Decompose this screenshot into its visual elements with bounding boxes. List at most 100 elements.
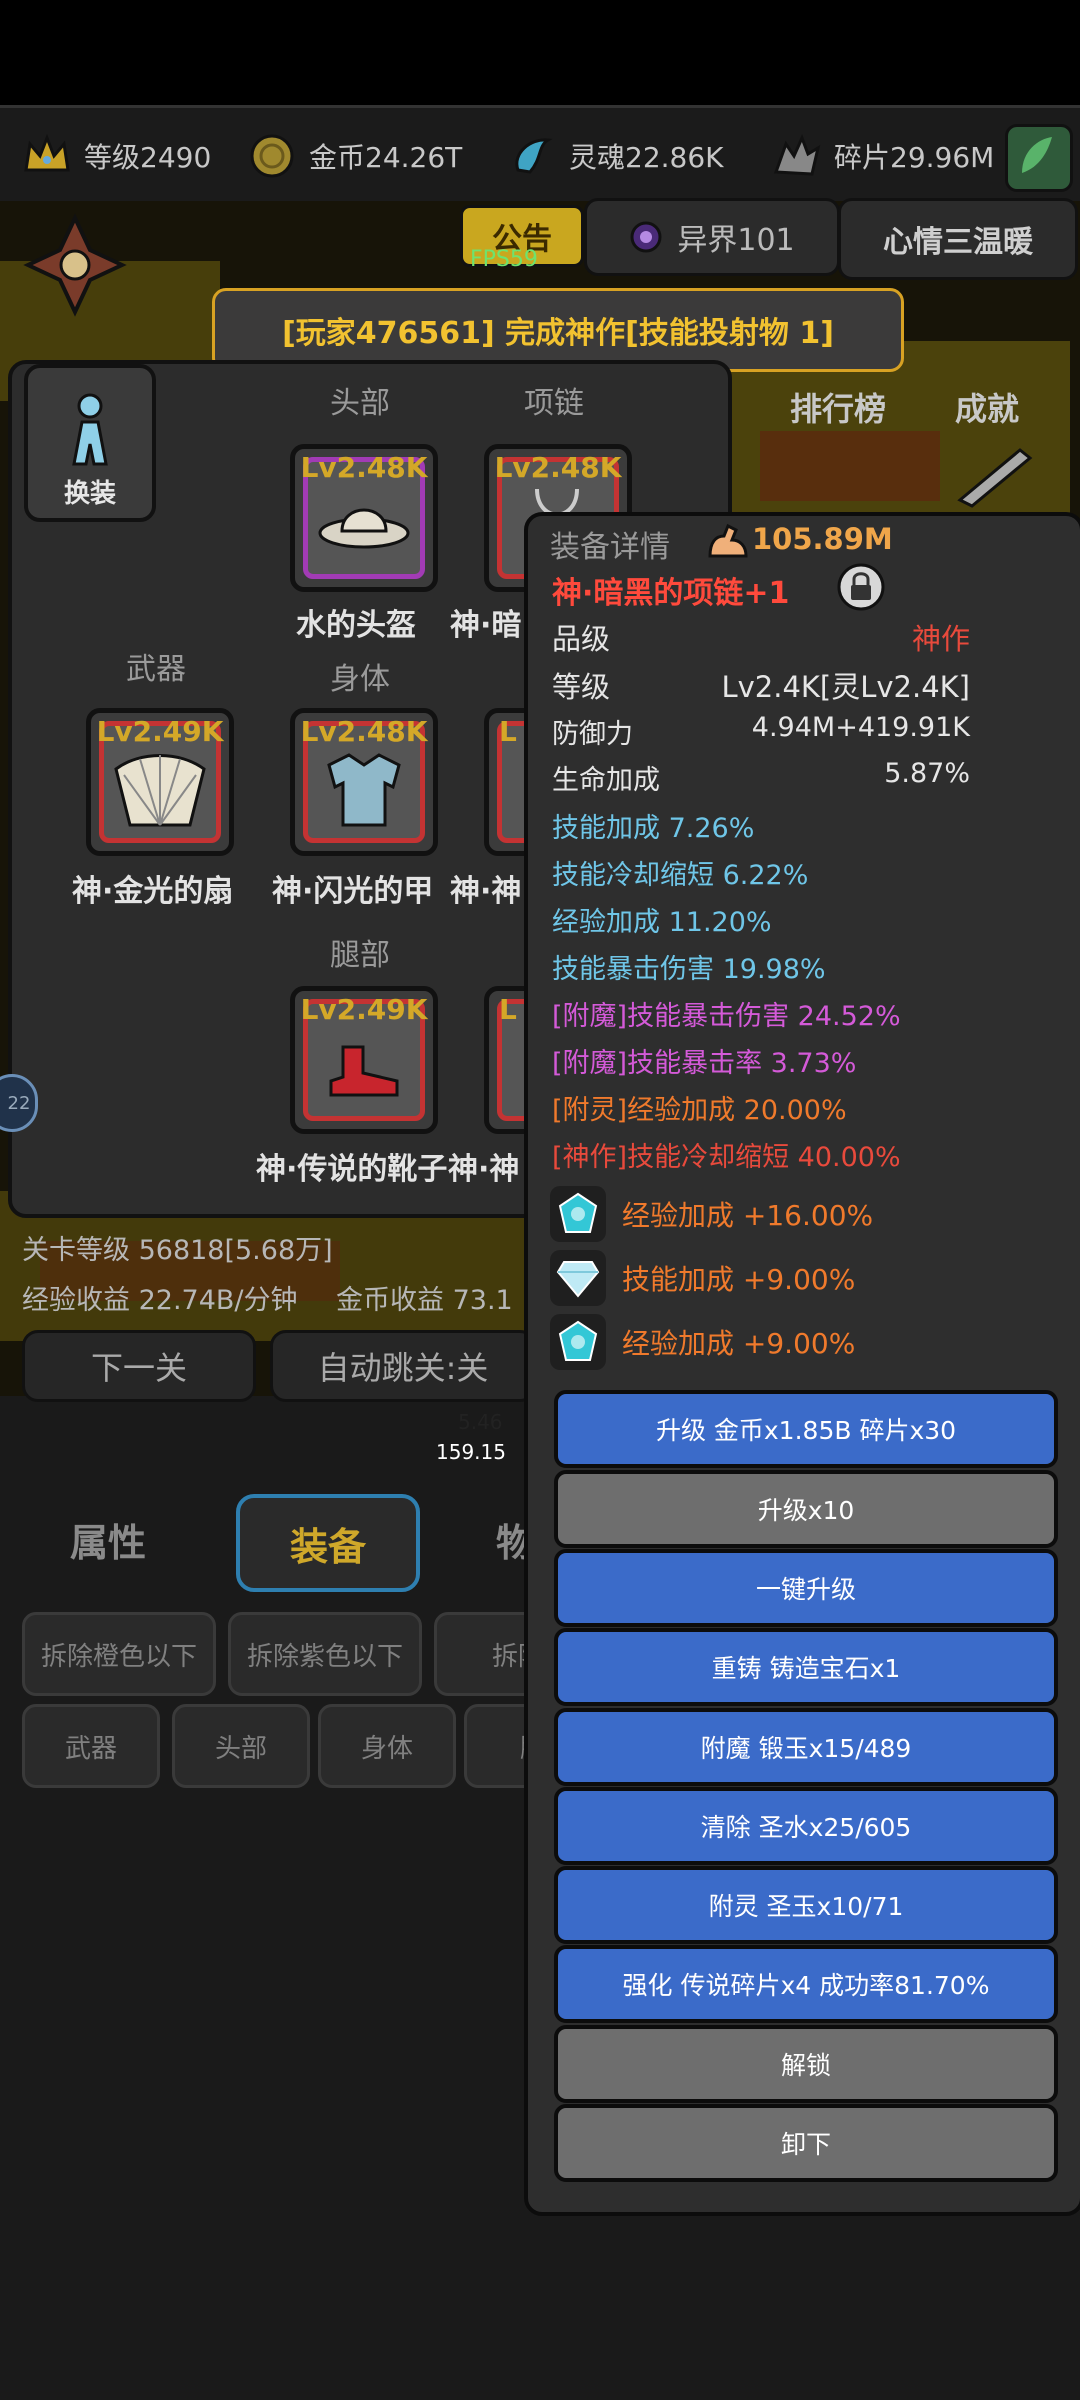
weapon-slot-label: 武器 xyxy=(126,652,186,687)
stat-label-defense: 防御力 xyxy=(552,719,633,750)
filter-body[interactable]: 身体 xyxy=(318,1704,456,1788)
change-outfit-label: 换装 xyxy=(63,479,116,509)
bonus-line: 技能冷却缩短 6.22% xyxy=(552,860,809,891)
necklace-item-name: 神·暗 xyxy=(450,608,522,643)
body-item-level: Lv2.48K xyxy=(300,715,428,748)
legs-slot[interactable]: Lv2.49K xyxy=(290,986,438,1134)
detail-title: 装备详情 xyxy=(550,530,670,565)
lock-icon[interactable] xyxy=(834,560,888,614)
hat-icon xyxy=(318,508,410,549)
otherworld-button[interactable]: 异界101 xyxy=(584,198,840,276)
one-click-upgrade-button[interactable]: 一键升级 xyxy=(554,1549,1058,1627)
soul-icon xyxy=(505,129,559,183)
item-name: 神·暗黑的项链+1 xyxy=(552,576,790,611)
stat-label-grade: 品级 xyxy=(552,622,611,656)
spirit-bonus-line: [附灵]经验加成 20.00% xyxy=(552,1095,847,1126)
fps-counter: FPS59 xyxy=(470,247,538,272)
ranking-button[interactable]: 排行榜 xyxy=(790,384,886,430)
stat-label-level: 等级 xyxy=(552,670,611,704)
weapon-item-level: Lv2.49K xyxy=(96,715,224,748)
filter-weapon[interactable]: 武器 xyxy=(22,1704,160,1788)
person-icon xyxy=(72,393,108,466)
soul-resource: 灵魂22.86K xyxy=(505,126,724,186)
bonus-line: 经验加成 11.20% xyxy=(552,907,772,938)
enhance-button[interactable]: 强化 传说碎片x4 成功率81.70% xyxy=(554,1945,1058,2023)
tab-equipment[interactable]: 装备 xyxy=(236,1494,420,1592)
gem-diamond-icon xyxy=(550,1250,606,1306)
extra-menu-button[interactable] xyxy=(1005,124,1073,192)
head-slot-label: 头部 xyxy=(330,386,390,421)
achievement-button[interactable]: 成就 xyxy=(955,384,1019,430)
body-item-name: 神·闪光的甲 xyxy=(272,874,434,909)
fan-icon xyxy=(114,754,206,827)
head-item-level: Lv2.48K xyxy=(300,451,428,484)
gold-resource: 金币24.26T xyxy=(245,126,462,186)
sword-icon xyxy=(950,440,1040,510)
clear-button[interactable]: 清除 圣水x25/605 xyxy=(554,1787,1058,1865)
spirit-attach-button[interactable]: 附灵 圣玉x10/71 xyxy=(554,1866,1058,1944)
next-stage-button[interactable]: 下一关 xyxy=(22,1330,256,1402)
tab-attributes[interactable]: 属性 xyxy=(70,1512,146,1567)
hp-bar-value: 159.15 xyxy=(436,1440,506,1464)
exp-income: 经验收益 22.74B/分钟 xyxy=(22,1285,298,1316)
shard-value: 碎片29.96M xyxy=(834,141,995,174)
resource-bar: 等级2490 金币24.26T 灵魂22.86K 碎片29.96M xyxy=(0,105,1080,207)
masterwork-bonus-line: [神作]技能冷却缩短 40.00% xyxy=(552,1142,901,1173)
accessory-item-name: 神·神 xyxy=(448,1152,520,1187)
change-outfit-button[interactable]: 换装 xyxy=(24,364,156,522)
legs-slot-label: 腿部 xyxy=(330,938,390,973)
head-slot[interactable]: Lv2.48K xyxy=(290,444,438,592)
filter-head[interactable]: 头部 xyxy=(172,1704,310,1788)
stat-label-hp-bonus: 生命加成 xyxy=(552,765,660,796)
stat-value-level: Lv2.4K[灵Lv2.4K] xyxy=(721,670,970,704)
character-portrait[interactable] xyxy=(20,210,130,320)
enchant-bonus-line: [附魔]技能暴击率 3.73% xyxy=(552,1048,857,1079)
reforge-button[interactable]: 重铸 铸造宝石x1 xyxy=(554,1628,1058,1706)
gem-bonus: 经验加成 +16.00% xyxy=(622,1199,874,1232)
gem-bonus: 技能加成 +9.00% xyxy=(622,1263,856,1296)
gold-income: 金币收益 73.1 xyxy=(336,1285,513,1316)
ornament-icon xyxy=(23,213,127,317)
portal-icon xyxy=(630,221,662,253)
enchant-button[interactable]: 附魔 锻玉x15/489 xyxy=(554,1708,1058,1786)
bonus-line: 技能加成 7.26% xyxy=(552,813,755,844)
gem-bonus: 经验加成 +9.00% xyxy=(622,1327,856,1360)
unequip-button[interactable]: 卸下 xyxy=(554,2104,1058,2182)
ring-item-name: 神·神 xyxy=(450,874,522,909)
exp-bar-value: 5.46 xyxy=(458,1410,503,1434)
weapon-item-name: 神·金光的扇 xyxy=(72,874,234,909)
level-resource: 等级2490 xyxy=(20,126,211,186)
upgrade-button[interactable]: 升级 金币x1.85B 碎片x30 xyxy=(554,1390,1058,1468)
armor-icon xyxy=(327,753,401,827)
gold-coin-icon xyxy=(245,129,299,183)
power-arm-icon xyxy=(706,522,750,562)
dismantle-orange-button[interactable]: 拆除橙色以下 xyxy=(22,1612,216,1696)
enchant-bonus-line: [附魔]技能暴击伤害 24.52% xyxy=(552,1001,901,1032)
necklace-slot-label: 项链 xyxy=(524,386,584,421)
head-item-name: 水的头盔 xyxy=(296,608,416,643)
weapon-slot[interactable]: Lv2.49K xyxy=(86,708,234,856)
power-value: 105.89M xyxy=(752,522,893,556)
crown-icon xyxy=(20,129,74,183)
gem-cyan-icon xyxy=(550,1314,606,1370)
auto-skip-button[interactable]: 自动跳关:关 xyxy=(270,1330,536,1402)
stat-value-defense: 4.94M+419.91K xyxy=(751,712,970,743)
gold-value: 金币24.26T xyxy=(309,141,463,174)
stat-value-grade: 神作 xyxy=(911,622,970,656)
level-value: 等级2490 xyxy=(84,141,212,174)
upgrade-x10-button[interactable]: 升级x10 xyxy=(554,1470,1058,1548)
otherworld-label: 异界101 xyxy=(677,223,795,258)
leaf-icon xyxy=(1022,137,1052,173)
gem-cyan-icon xyxy=(550,1186,606,1242)
stage-level: 关卡等级 56818[5.68万] xyxy=(22,1235,333,1266)
mood-button[interactable]: 心情三温暖 xyxy=(838,198,1078,280)
equipment-detail-panel: 装备详情 105.89M 神·暗黑的项链+1 品级 神作 等级 Lv2.4K[灵… xyxy=(524,512,1080,2216)
dismantle-purple-button[interactable]: 拆除紫色以下 xyxy=(228,1612,422,1696)
side-badge-value: 22 xyxy=(7,1092,31,1114)
legs-item-name: 神·传说的靴子 xyxy=(256,1152,448,1187)
boot-icon xyxy=(329,1045,399,1097)
body-slot[interactable]: Lv2.48K xyxy=(290,708,438,856)
stat-value-hp-bonus: 5.87% xyxy=(884,758,970,789)
unlock-button[interactable]: 解锁 xyxy=(554,2025,1058,2103)
legs-item-level: Lv2.49K xyxy=(300,993,428,1026)
